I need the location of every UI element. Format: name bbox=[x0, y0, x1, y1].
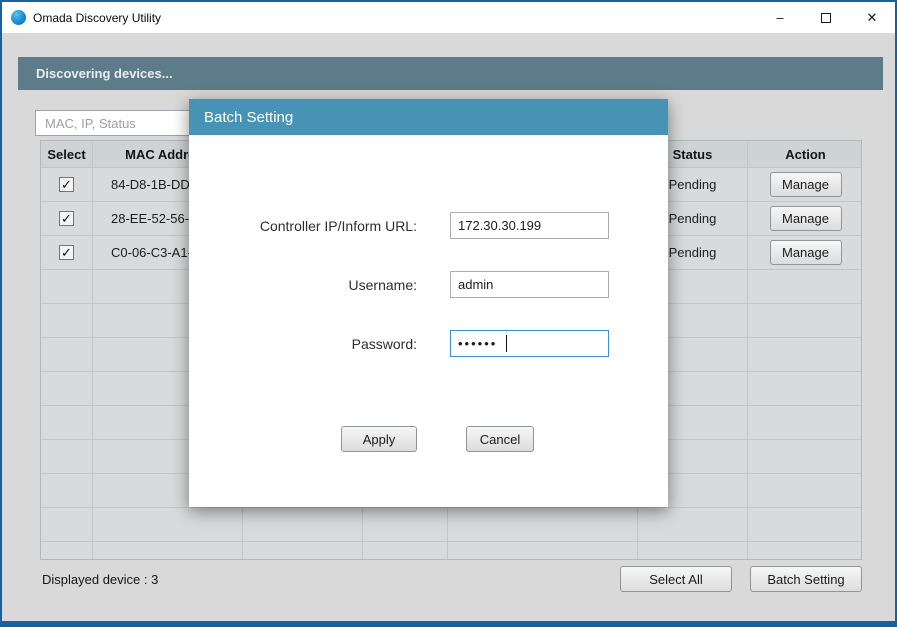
app-logo-icon bbox=[11, 10, 26, 25]
password-label: Password: bbox=[189, 336, 417, 352]
cell bbox=[363, 508, 448, 542]
batch-setting-button[interactable]: Batch Setting bbox=[750, 566, 862, 592]
cell bbox=[93, 542, 243, 560]
cell bbox=[41, 542, 93, 560]
cell bbox=[41, 304, 93, 338]
cell bbox=[41, 474, 93, 508]
dialog-body: Controller IP/Inform URL: Username: Pass… bbox=[189, 135, 668, 507]
cell bbox=[448, 542, 638, 560]
row-checkbox[interactable]: ✓ bbox=[59, 245, 74, 260]
username-input[interactable] bbox=[450, 271, 609, 298]
cell bbox=[638, 508, 748, 542]
cell bbox=[748, 270, 862, 304]
cell bbox=[93, 508, 243, 542]
controller-url-label: Controller IP/Inform URL: bbox=[189, 218, 417, 234]
controller-url-input[interactable] bbox=[450, 212, 609, 239]
cell: ✓ bbox=[41, 168, 93, 202]
titlebar: Omada Discovery Utility – ✕ bbox=[2, 2, 895, 33]
cell bbox=[243, 508, 363, 542]
cell bbox=[41, 406, 93, 440]
window-controls: – ✕ bbox=[757, 2, 895, 33]
cell bbox=[748, 474, 862, 508]
cancel-button[interactable]: Cancel bbox=[466, 426, 534, 452]
cell bbox=[41, 372, 93, 406]
apply-button[interactable]: Apply bbox=[341, 426, 417, 452]
cell: ✓ bbox=[41, 236, 93, 270]
username-field-row: Username: bbox=[189, 271, 668, 298]
cell bbox=[748, 508, 862, 542]
empty-table-row bbox=[41, 508, 861, 542]
cell bbox=[638, 542, 748, 560]
cell bbox=[243, 542, 363, 560]
cell bbox=[748, 406, 862, 440]
column-header-select: Select bbox=[41, 141, 93, 168]
cell bbox=[41, 440, 93, 474]
displayed-device-count: Displayed device : 3 bbox=[42, 572, 158, 587]
username-label: Username: bbox=[189, 277, 417, 293]
controller-url-field-row: Controller IP/Inform URL: bbox=[189, 212, 668, 239]
cell: ✓ bbox=[41, 202, 93, 236]
cell bbox=[41, 338, 93, 372]
status-banner-text: Discovering devices... bbox=[36, 66, 173, 81]
password-input[interactable] bbox=[450, 330, 609, 357]
close-button[interactable]: ✕ bbox=[849, 2, 895, 33]
column-header-action: Action bbox=[748, 141, 862, 168]
cell bbox=[448, 508, 638, 542]
dialog-header: Batch Setting bbox=[189, 99, 668, 135]
window-title: Omada Discovery Utility bbox=[33, 11, 161, 25]
batch-setting-dialog: Batch Setting Controller IP/Inform URL: … bbox=[189, 99, 668, 507]
cell bbox=[748, 440, 862, 474]
cell bbox=[748, 542, 862, 560]
cell bbox=[748, 372, 862, 406]
cell: Manage bbox=[748, 236, 862, 270]
manage-button[interactable]: Manage bbox=[770, 172, 842, 197]
app-window: Omada Discovery Utility – ✕ Discovering … bbox=[0, 0, 897, 627]
manage-button[interactable]: Manage bbox=[770, 206, 842, 231]
cell bbox=[41, 508, 93, 542]
row-checkbox[interactable]: ✓ bbox=[59, 211, 74, 226]
cell bbox=[748, 304, 862, 338]
text-cursor bbox=[506, 335, 507, 352]
cell: Manage bbox=[748, 168, 862, 202]
empty-table-row bbox=[41, 542, 861, 560]
manage-button[interactable]: Manage bbox=[770, 240, 842, 265]
maximize-icon bbox=[821, 13, 831, 23]
select-all-button[interactable]: Select All bbox=[620, 566, 732, 592]
cell bbox=[363, 542, 448, 560]
cell bbox=[748, 338, 862, 372]
dialog-title: Batch Setting bbox=[204, 109, 293, 126]
cell: Manage bbox=[748, 202, 862, 236]
row-checkbox[interactable]: ✓ bbox=[59, 177, 74, 192]
status-banner: Discovering devices... bbox=[18, 57, 883, 90]
minimize-button[interactable]: – bbox=[757, 2, 803, 33]
maximize-button[interactable] bbox=[803, 2, 849, 33]
password-field-row: Password: bbox=[189, 330, 668, 357]
cell bbox=[41, 270, 93, 304]
